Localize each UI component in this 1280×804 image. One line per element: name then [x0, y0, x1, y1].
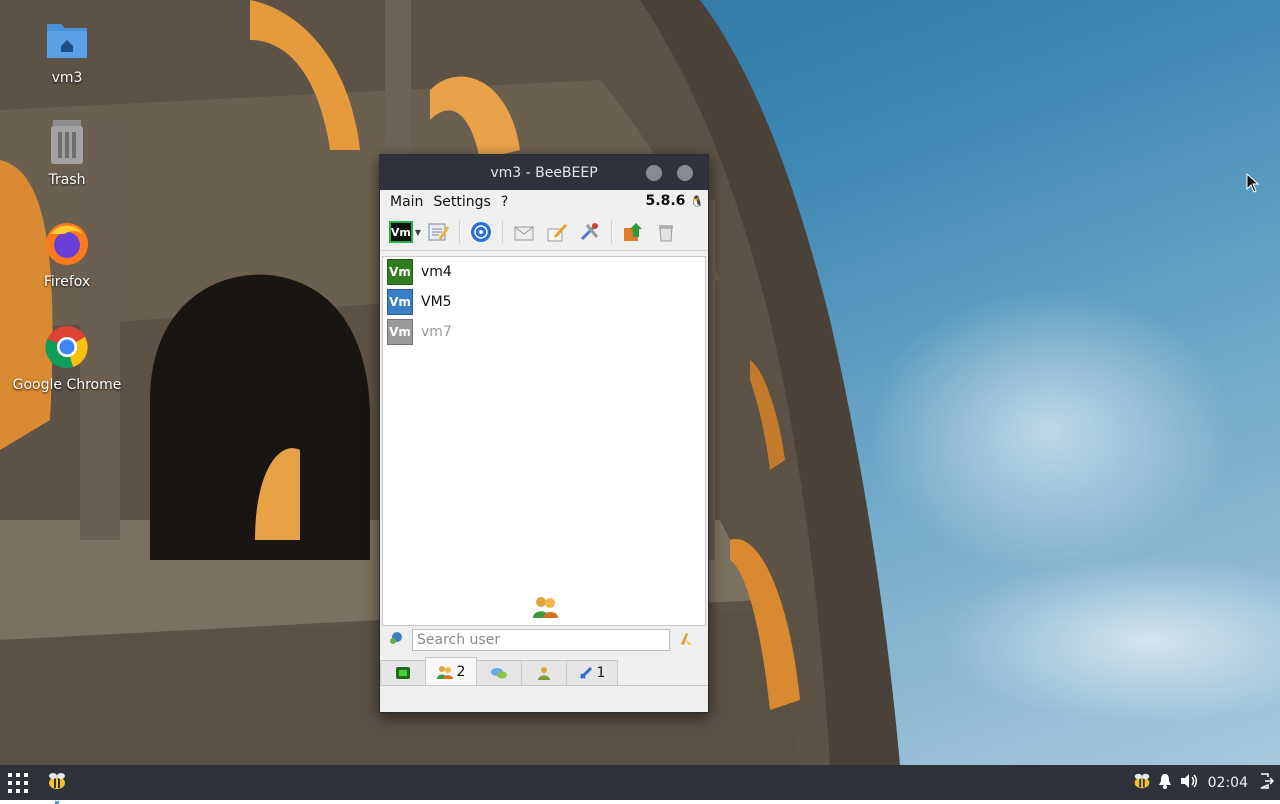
chevron-down-icon: ▼	[414, 227, 422, 237]
desktop-icon-label: Trash	[48, 172, 86, 188]
tools-icon	[580, 223, 599, 241]
taskbar-beebeep-app[interactable]	[46, 770, 68, 804]
tab-chats[interactable]	[476, 660, 522, 685]
taskbar: 02:04	[0, 765, 1280, 804]
running-indicator	[55, 800, 59, 804]
update-button[interactable]	[621, 220, 645, 244]
desktop-icon-label: Google Chrome	[12, 377, 122, 393]
search-user-input[interactable]	[412, 629, 670, 651]
menu-settings[interactable]: Settings	[429, 194, 494, 210]
window-title: vm3 - BeeBEEP	[490, 164, 598, 181]
tab-status[interactable]	[380, 660, 426, 685]
tray-beebeep-icon[interactable]	[1132, 771, 1152, 795]
chats-icon	[491, 668, 507, 679]
status-selector-button[interactable]: Vm ▼	[388, 220, 422, 244]
search-options-icon[interactable]	[388, 630, 404, 650]
clear-button[interactable]	[654, 220, 678, 244]
app-launcher-icon[interactable]	[8, 772, 28, 793]
main-toolbar: Vm ▼	[380, 214, 708, 251]
clear-search-icon[interactable]	[678, 630, 694, 650]
user-avatar: Vm	[387, 319, 413, 345]
tab-count: 1	[596, 665, 606, 681]
desktop-icon-label: vm3	[51, 70, 83, 86]
mouse-cursor-icon	[1246, 173, 1260, 193]
taskbar-clock[interactable]: 02:04	[1208, 775, 1248, 791]
desktop-icon-home[interactable]: vm3	[12, 16, 122, 86]
view-tab-bar: 2 1	[380, 657, 708, 686]
desktop-icon-chrome[interactable]: Google Chrome	[12, 323, 122, 393]
tab-files[interactable]: 1	[566, 660, 618, 685]
groups-icon	[538, 667, 550, 680]
system-tray: 02:04	[1132, 771, 1280, 795]
edit-profile-button[interactable]	[426, 220, 450, 244]
beebeep-window: vm3 - BeeBEEP Main Settings ? 5.8.6 🐧 Vm…	[379, 154, 709, 713]
pencil-icon	[547, 224, 567, 242]
logout-icon[interactable]	[1260, 772, 1275, 793]
user-row-vm5[interactable]: Vm VM5	[383, 287, 705, 317]
network-broadcast-icon	[471, 222, 491, 242]
menu-main[interactable]: Main	[386, 194, 427, 210]
users-icon	[436, 665, 453, 679]
linux-icon: 🐧	[690, 195, 704, 208]
tab-count: 2	[456, 663, 466, 680]
user-row-vm7[interactable]: Vm vm7	[383, 317, 705, 347]
user-name: VM5	[421, 294, 452, 310]
network-button[interactable]	[469, 220, 493, 244]
version-number: 5.8.6	[645, 193, 686, 209]
toolbar-separator	[459, 221, 460, 243]
plugins-button[interactable]	[578, 220, 602, 244]
firefox-icon	[43, 220, 91, 268]
window-titlebar[interactable]: vm3 - BeeBEEP	[380, 155, 708, 190]
menu-help[interactable]: ?	[497, 194, 512, 210]
desktop-icon-firefox[interactable]: Firefox	[12, 220, 122, 290]
trash-icon	[43, 118, 91, 166]
minimize-button[interactable]	[646, 165, 662, 181]
update-icon	[624, 223, 642, 241]
edit-profile-icon	[428, 223, 449, 241]
files-icon	[579, 666, 592, 680]
desktop-icon-label: Firefox	[43, 274, 91, 290]
toolbar-separator	[502, 221, 503, 243]
user-avatar: Vm	[387, 289, 413, 315]
tab-users[interactable]: 2	[425, 657, 477, 685]
user-avatar: Vm	[387, 259, 413, 285]
status-vm-badge: Vm	[388, 221, 413, 243]
search-bar	[382, 627, 704, 653]
notification-bell-icon[interactable]	[1158, 773, 1172, 793]
send-message-button[interactable]	[512, 220, 536, 244]
trash-can-icon	[659, 225, 673, 242]
user-name: vm7	[421, 324, 452, 340]
toolbar-separator	[611, 221, 612, 243]
write-button[interactable]	[545, 220, 569, 244]
bee-icon	[49, 772, 65, 789]
tab-groups[interactable]	[521, 660, 567, 685]
status-icon	[396, 667, 410, 679]
users-group-icon	[531, 595, 559, 623]
version-label: 5.8.6 🐧	[646, 193, 704, 209]
volume-icon[interactable]	[1180, 773, 1198, 793]
envelope-icon	[514, 226, 534, 241]
user-list: Vm vm4 Vm VM5 Vm vm7	[382, 256, 706, 626]
chrome-icon	[43, 323, 91, 371]
desktop-icon-trash[interactable]: Trash	[12, 118, 122, 188]
user-row-vm4[interactable]: Vm vm4	[383, 257, 705, 287]
user-name: vm4	[421, 264, 452, 280]
close-button[interactable]	[677, 165, 693, 181]
home-folder-icon	[43, 16, 91, 64]
menu-bar: Main Settings ? 5.8.6 🐧	[380, 190, 708, 214]
